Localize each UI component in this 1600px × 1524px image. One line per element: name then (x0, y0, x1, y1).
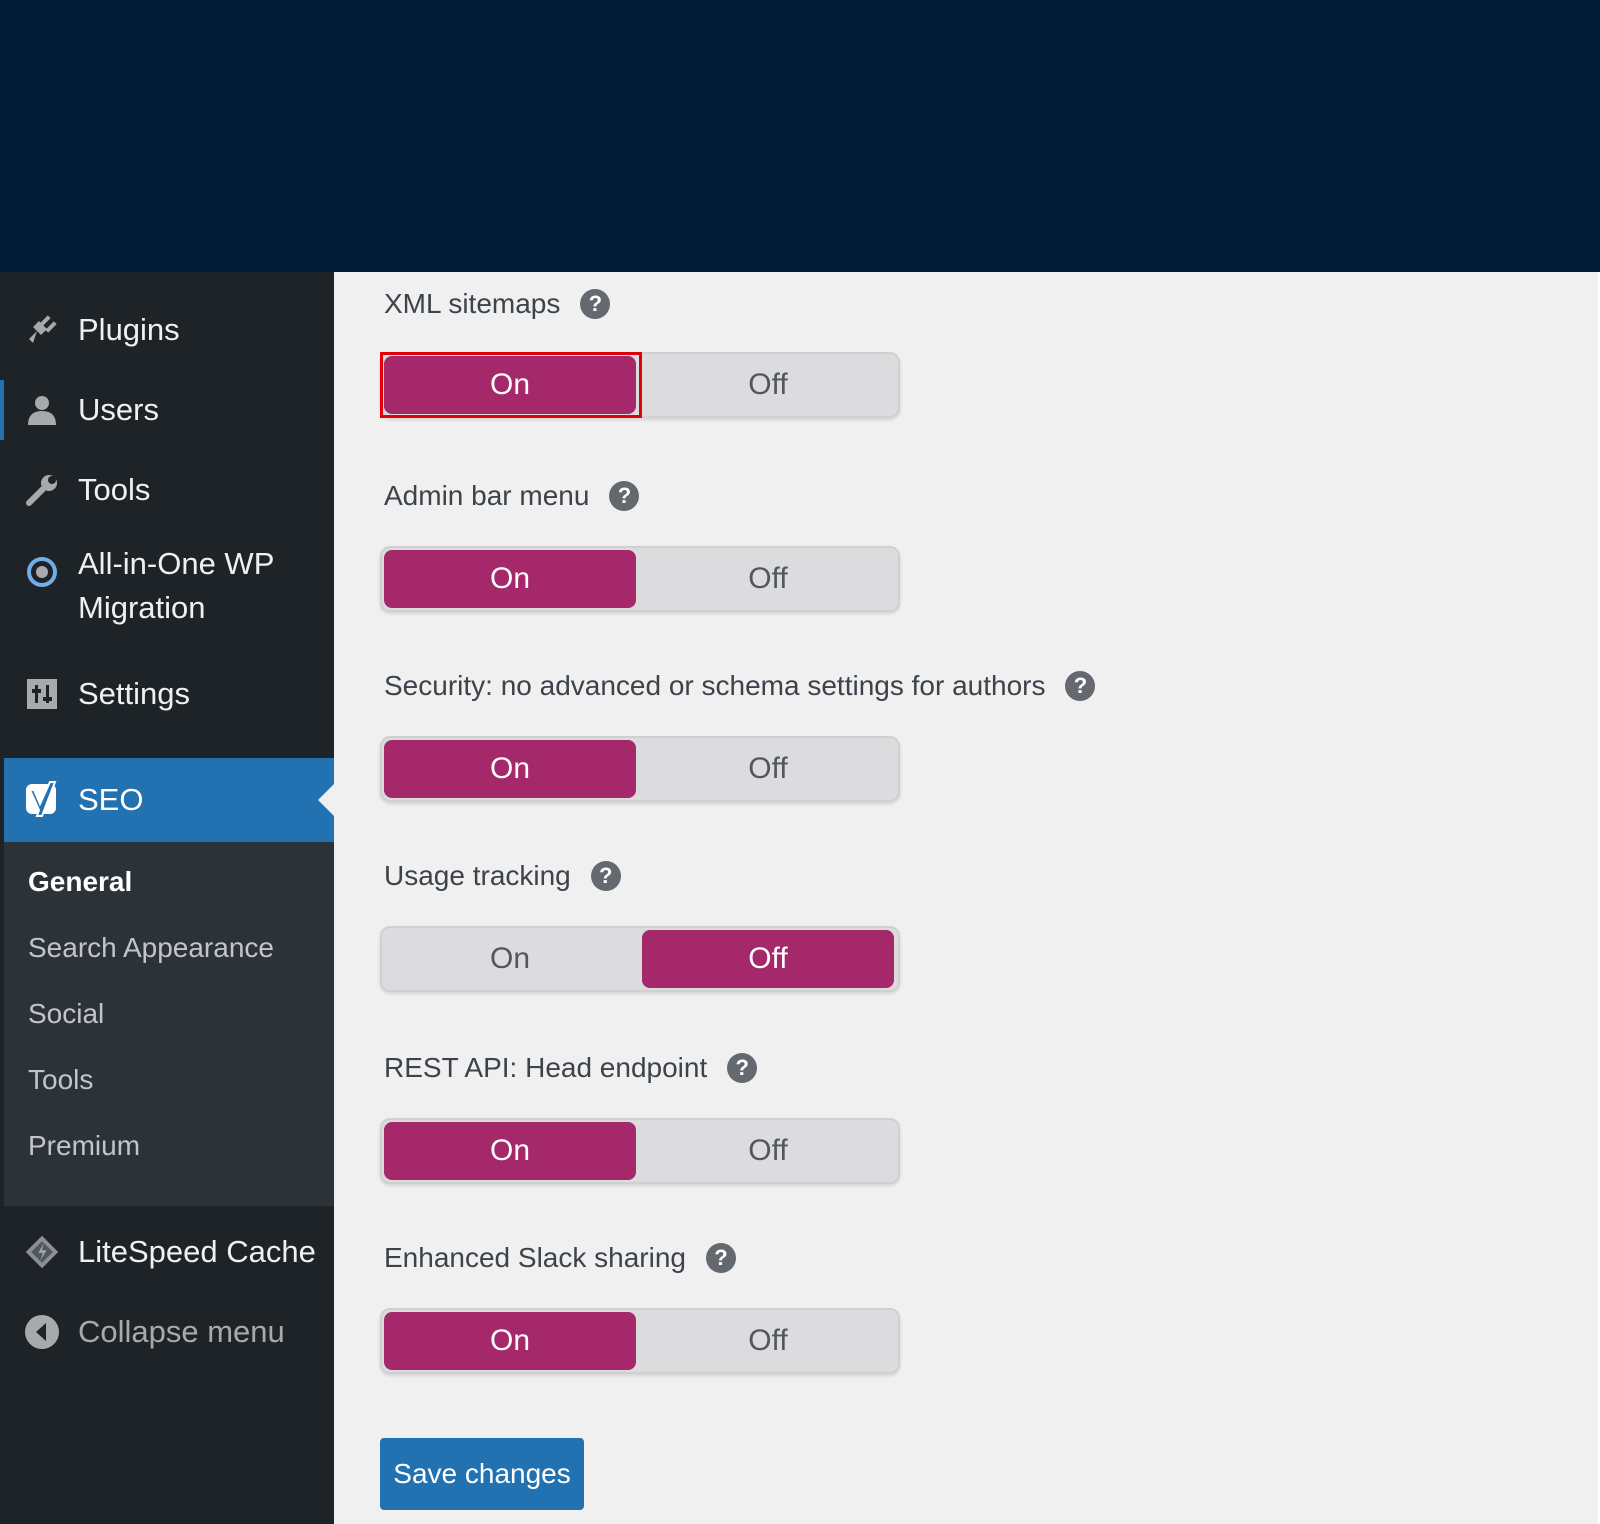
help-icon[interactable]: ? (1065, 671, 1096, 701)
yoast-icon (24, 778, 64, 822)
setting-label: XML sitemaps (384, 288, 561, 319)
toggle-on-option[interactable]: On (384, 1122, 636, 1180)
setting-label: Usage tracking (384, 860, 571, 891)
admin-top-area (0, 0, 1600, 272)
submenu-item-tools[interactable]: Tools (28, 1060, 93, 1100)
toggle-off-option[interactable]: Off (642, 1122, 894, 1180)
toggle-security: On Off (380, 736, 900, 802)
setting-title-enhanced-slack-sharing: Enhanced Slack sharing ? (384, 1238, 736, 1278)
setting-title-admin-bar-menu: Admin bar menu ? (384, 476, 640, 516)
help-icon[interactable]: ? (609, 481, 640, 511)
help-icon[interactable]: ? (727, 1053, 758, 1083)
migration-icon (24, 554, 60, 590)
toggle-usage-tracking: On Off (380, 926, 900, 992)
toggle-on-option[interactable]: On (384, 550, 636, 608)
sidebar-item-seo[interactable]: SEO (4, 758, 334, 842)
sidebar-item-settings[interactable]: Settings (0, 664, 334, 724)
setting-title-xml-sitemaps: XML sitemaps ? (384, 284, 611, 324)
toggle-enhanced-slack-sharing: On Off (380, 1308, 900, 1374)
toggle-on-option[interactable]: On (384, 1312, 636, 1370)
current-menu-arrow (318, 784, 334, 816)
toggle-off-option[interactable]: Off (642, 1312, 894, 1370)
help-icon[interactable]: ? (705, 1243, 736, 1273)
settings-icon (24, 676, 60, 712)
sidebar-item-migration[interactable]: All-in-One WP Migration (0, 542, 334, 642)
sidebar-item-users[interactable]: Users (0, 380, 334, 440)
toggle-on-option[interactable]: On (384, 740, 636, 798)
wrench-icon (24, 472, 60, 508)
submenu-item-search-appearance[interactable]: Search Appearance (28, 928, 274, 968)
seo-submenu: General Search Appearance Social Tools P… (4, 842, 334, 1206)
sidebar-item-label: All-in-One WP Migration (78, 542, 274, 630)
sidebar-item-litespeed[interactable]: LiteSpeed Cache (0, 1222, 334, 1282)
sidebar-item-label: Settings (78, 676, 191, 711)
setting-label: Admin bar menu (384, 480, 590, 511)
migration-label-line2: Migration (78, 590, 206, 625)
sidebar-item-plugins[interactable]: Plugins (0, 300, 334, 360)
toggle-off-option[interactable]: Off (642, 356, 894, 414)
submenu-item-general[interactable]: General (28, 862, 132, 902)
toggle-xml-sitemaps: On Off (380, 352, 900, 418)
toggle-off-option[interactable]: Off (642, 930, 894, 988)
sidebar-item-tools[interactable]: Tools (0, 460, 334, 520)
setting-title-rest-api: REST API: Head endpoint ? (384, 1048, 758, 1088)
setting-label: Enhanced Slack sharing (384, 1242, 686, 1273)
sidebar-item-label: Plugins (78, 312, 180, 347)
setting-title-security: Security: no advanced or schema settings… (384, 666, 1096, 706)
users-icon (24, 392, 60, 428)
toggle-admin-bar-menu: On Off (380, 546, 900, 612)
submenu-item-premium[interactable]: Premium (28, 1126, 140, 1166)
toggle-on-option[interactable]: On (384, 930, 636, 988)
collapse-icon (24, 1314, 60, 1350)
toggle-off-option[interactable]: Off (642, 740, 894, 798)
sidebar-item-label: Collapse menu (78, 1314, 285, 1349)
migration-label-line1: All-in-One WP (78, 546, 275, 581)
setting-label: Security: no advanced or schema settings… (384, 670, 1046, 701)
toggle-off-option[interactable]: Off (642, 550, 894, 608)
sidebar-item-label: LiteSpeed Cache (78, 1234, 316, 1269)
save-changes-button[interactable]: Save changes (380, 1438, 584, 1510)
submenu-item-social[interactable]: Social (28, 994, 104, 1034)
help-icon[interactable]: ? (580, 289, 611, 319)
setting-label: REST API: Head endpoint (384, 1052, 708, 1083)
help-icon[interactable]: ? (590, 861, 621, 891)
sidebar-item-label: SEO (78, 782, 144, 817)
toggle-on-option[interactable]: On (384, 356, 636, 414)
toggle-rest-api: On Off (380, 1118, 900, 1184)
sidebar-item-label: Tools (78, 472, 151, 507)
plugins-icon (24, 312, 60, 348)
setting-title-usage-tracking: Usage tracking ? (384, 856, 621, 896)
collapse-menu-button[interactable]: Collapse menu (0, 1302, 334, 1362)
litespeed-icon (24, 1234, 60, 1270)
sidebar-item-label: Users (78, 392, 159, 427)
